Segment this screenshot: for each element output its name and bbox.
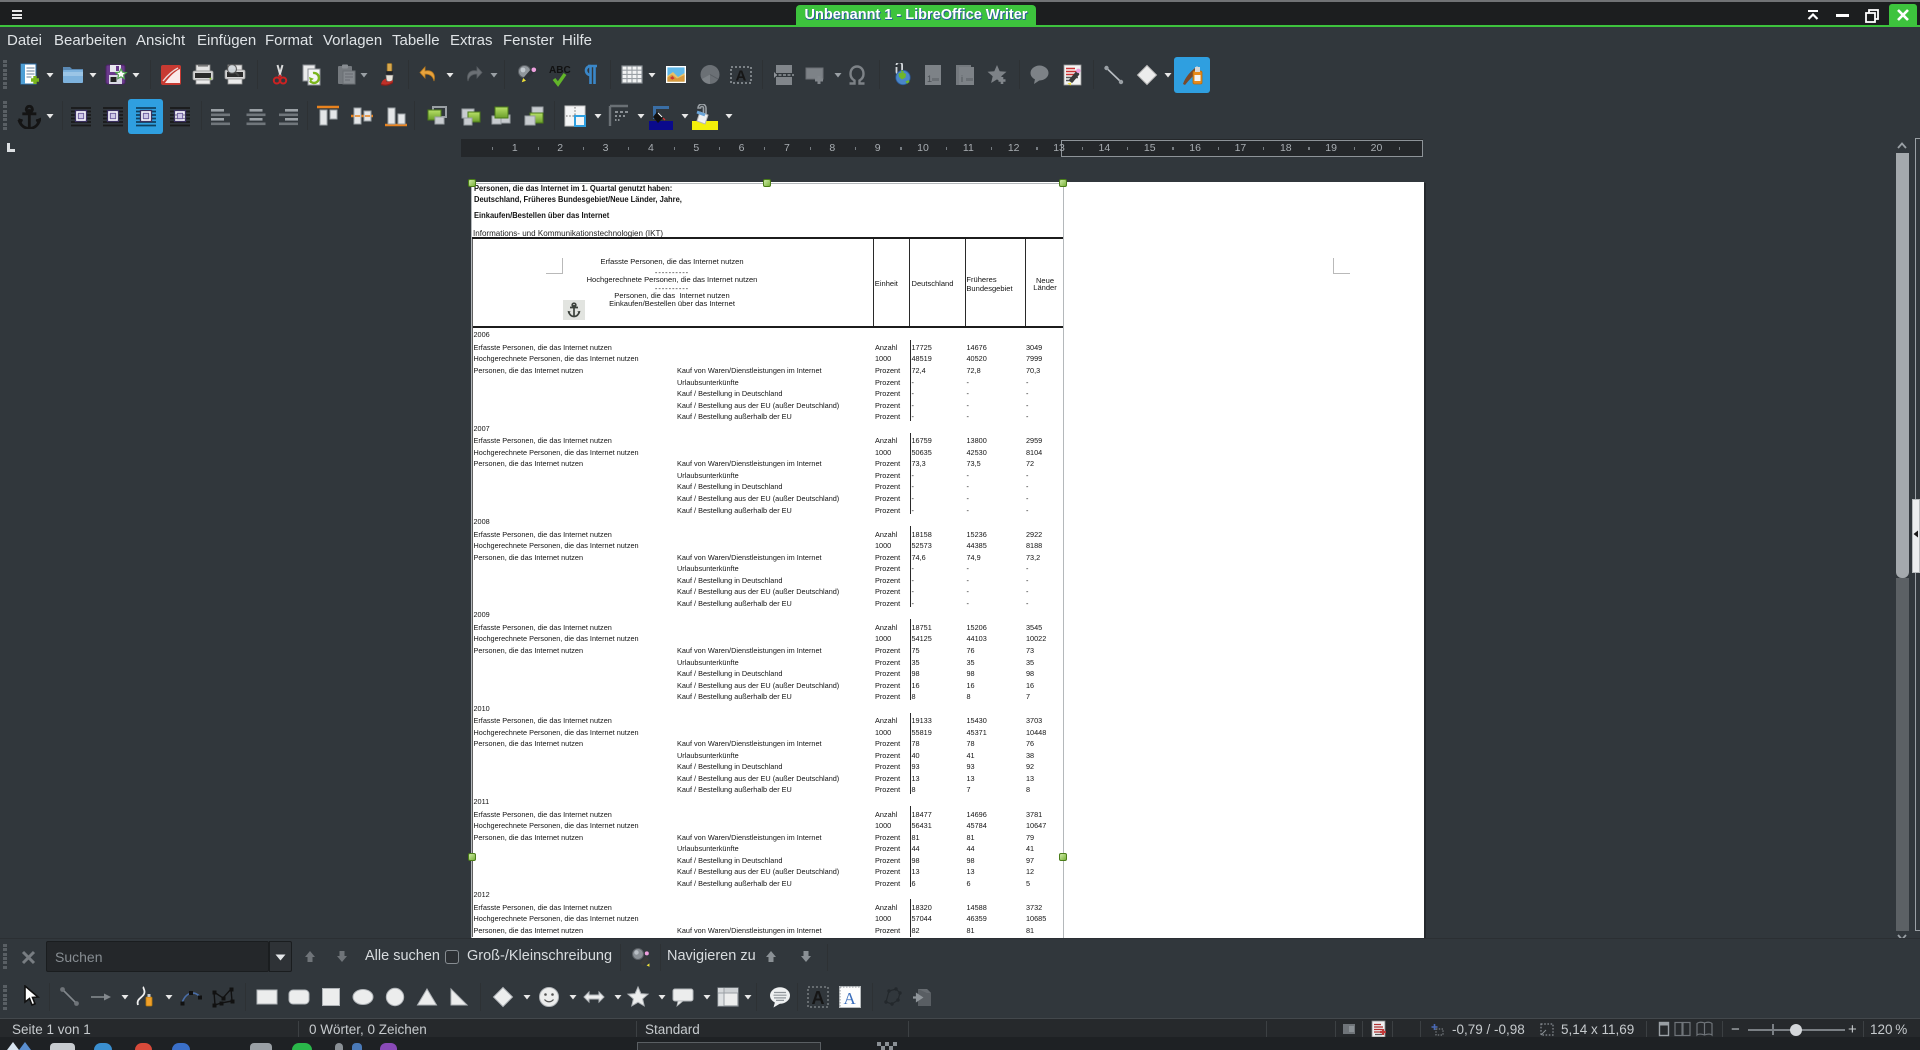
- svg-text:1: 1: [927, 74, 932, 84]
- svg-text:A: A: [844, 989, 857, 1008]
- svg-text:ABC: ABC: [549, 65, 571, 76]
- svg-text:i: i: [961, 74, 963, 84]
- svg-text:A: A: [736, 68, 747, 85]
- svg-text:A: A: [812, 988, 825, 1008]
